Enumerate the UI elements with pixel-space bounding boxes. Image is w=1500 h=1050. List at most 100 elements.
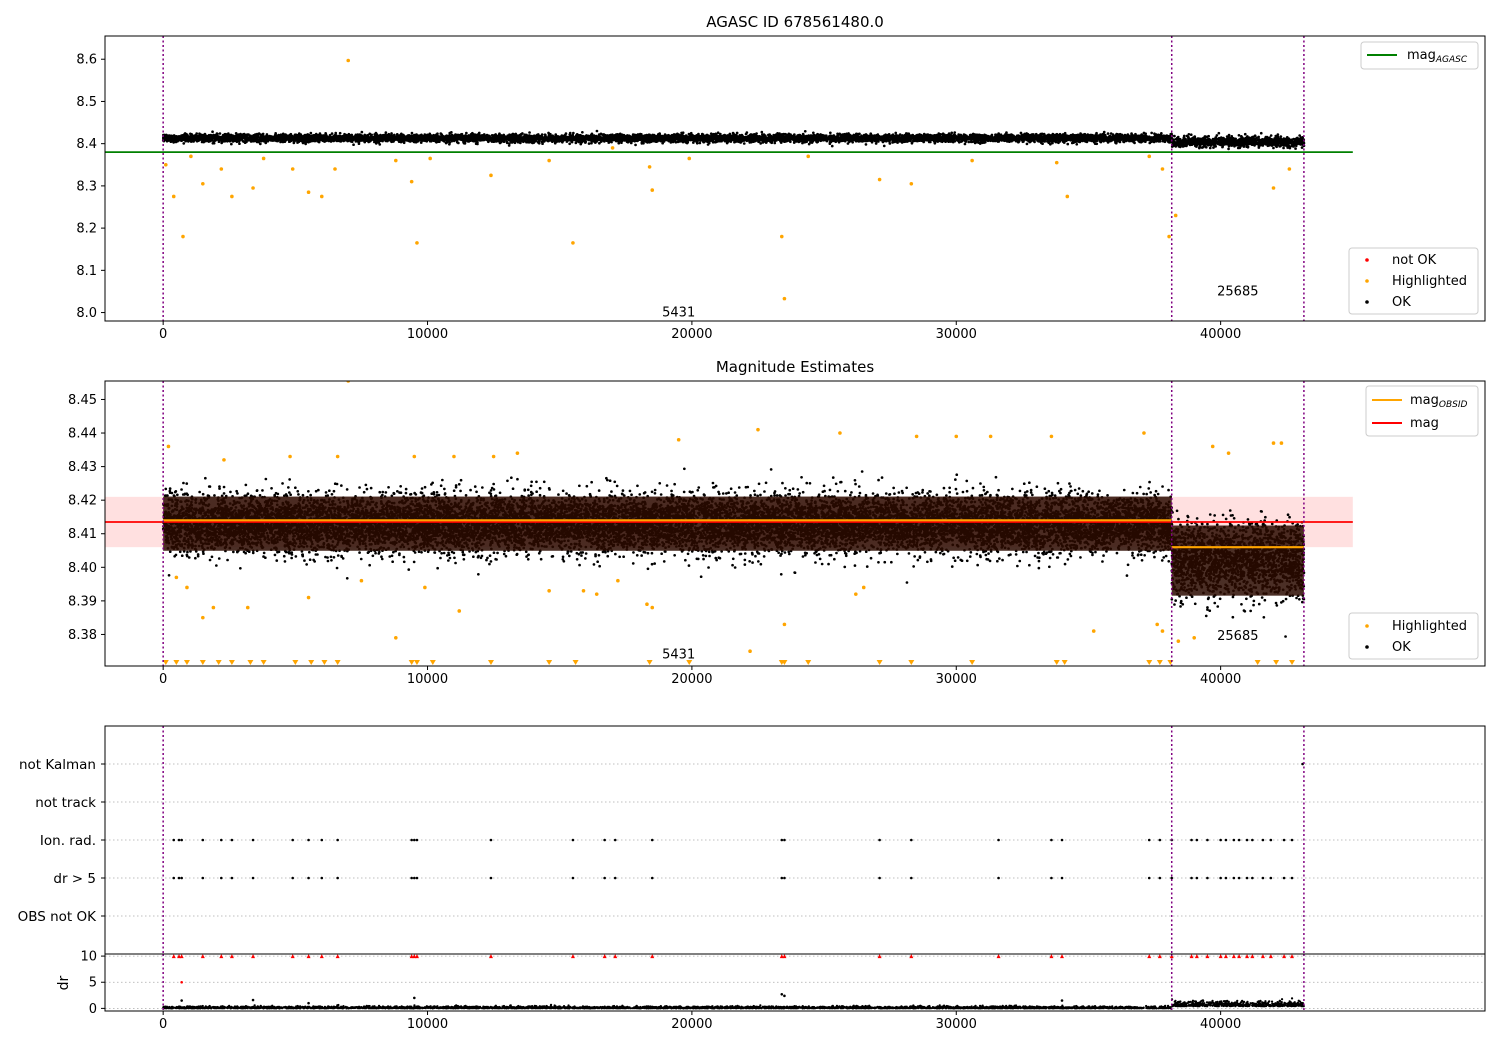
highlighted-point <box>650 188 655 192</box>
flag-point <box>997 838 1000 842</box>
highlighted-point <box>1054 160 1059 165</box>
x-tick-label: 30000 <box>936 672 977 687</box>
panel2-title: Magnitude Estimates <box>716 358 874 376</box>
panel1-legend-lines: magAGASC <box>1360 41 1479 70</box>
highlighted-point <box>1210 444 1215 449</box>
flag-point <box>1290 838 1294 842</box>
off-scale-marker <box>646 660 653 665</box>
flag-point <box>1050 838 1053 842</box>
off-scale-marker <box>908 660 915 665</box>
off-scale-marker <box>1289 660 1296 665</box>
off-scale-marker <box>546 660 553 665</box>
x-tick-label: 0 <box>159 672 167 687</box>
highlighted-point <box>230 194 234 199</box>
highlighted-point <box>171 194 176 199</box>
flag-point <box>780 876 784 880</box>
flag-point <box>997 876 1000 880</box>
y-tick-label: 8.45 <box>68 393 97 408</box>
highlighted-point <box>166 444 171 449</box>
flag-point <box>571 876 575 880</box>
flag-point <box>180 838 183 842</box>
flag-point <box>1224 876 1228 880</box>
highlighted-point <box>222 458 226 462</box>
flag-point <box>180 876 183 880</box>
flag-point <box>1060 876 1064 880</box>
y-tick-label: 8.41 <box>68 527 97 542</box>
legend-mag-label: mag <box>1410 416 1439 431</box>
highlighted-point <box>877 177 882 182</box>
flag-point <box>307 838 310 842</box>
highlighted-point <box>610 146 615 150</box>
highlighted-point <box>748 649 752 654</box>
highlighted-point <box>359 578 364 583</box>
off-scale-marker <box>173 660 180 665</box>
highlighted-point <box>1226 451 1231 455</box>
flag-point <box>783 876 786 880</box>
legend-not-ok-label: not OK <box>1392 253 1437 268</box>
dr-capped-marker <box>179 954 184 959</box>
highlighted-point <box>756 427 760 432</box>
figure: AGASC ID 678561480.0 5431 25685 8.0 8.1 8.2… <box>18 13 1486 1032</box>
dr-outlier-point <box>1060 999 1064 1002</box>
highlighted-point <box>306 595 311 600</box>
x-tick-label: 10000 <box>407 327 448 342</box>
panel2-legend-lines: magOBSID mag <box>1365 385 1479 437</box>
flag-point <box>878 838 881 842</box>
y-tick-label: 8.44 <box>68 427 97 442</box>
highlighted-point <box>571 241 575 245</box>
dr-capped-marker <box>219 954 224 959</box>
highlighted-point <box>428 156 432 161</box>
flag-point <box>1190 876 1193 880</box>
highlighted-point <box>1176 639 1181 643</box>
highlighted-point <box>412 454 417 459</box>
off-scale-marker <box>183 660 190 665</box>
flag-point <box>410 838 413 842</box>
highlighted-point <box>346 58 351 63</box>
flag-point <box>307 876 310 880</box>
highlighted-point <box>174 575 179 580</box>
legend-ok-marker <box>1365 300 1369 304</box>
flag-point <box>1158 838 1162 842</box>
highlighted-point <box>1147 154 1152 159</box>
flag-point <box>1206 838 1209 842</box>
highlighted-point <box>914 434 919 439</box>
flag-point <box>413 838 416 842</box>
x-tick-label: 10000 <box>407 672 448 687</box>
y-tick-label: 8.39 <box>68 594 97 609</box>
dr-capped-marker <box>1231 954 1236 959</box>
flag-category-label: not Kalman <box>19 757 96 773</box>
ok-data-points <box>161 129 1174 148</box>
flag-point <box>780 838 784 842</box>
flag-point <box>320 838 324 842</box>
panel-agasc-magnitude: AGASC ID 678561480.0 5431 25685 8.0 8.1 8.2… <box>76 13 1486 342</box>
highlighted-point <box>1160 629 1165 633</box>
flag-point <box>291 876 295 880</box>
off-scale-marker <box>413 660 420 665</box>
highlighted-point <box>594 592 599 596</box>
dr-outlier-point <box>783 994 786 998</box>
flag-point <box>489 876 493 880</box>
flag-point <box>1232 876 1236 880</box>
panel3-y-axis: not Kalman not track Ion. rad. dr > 5 OBS no… <box>18 757 105 925</box>
highlighted-point <box>394 636 398 640</box>
panel4-y-axis: 0 5 10 <box>80 950 105 1017</box>
off-scale-marker <box>805 660 812 665</box>
panel1-plot-area: 5431 25685 <box>105 36 1353 321</box>
panel1-title: AGASC ID 678561480.0 <box>706 13 884 31</box>
highlighted-point <box>1192 636 1196 640</box>
highlighted-point <box>201 615 205 620</box>
off-scale-marker <box>876 660 883 665</box>
highlighted-point <box>189 154 193 159</box>
panel4-ylabel: dr <box>56 975 72 990</box>
flag-point <box>230 838 234 842</box>
panel1-legend-points: not OK Highlighted OK <box>1348 247 1479 315</box>
highlighted-point <box>647 165 652 169</box>
x-tick-label: 40000 <box>1200 327 1241 342</box>
flag-point <box>783 838 786 842</box>
flag-point <box>1219 838 1222 842</box>
highlighted-point <box>650 605 655 610</box>
flag-point <box>571 838 575 842</box>
panel1-frame <box>104 35 1486 322</box>
highlighted-point <box>491 454 496 459</box>
flag-point <box>220 876 223 880</box>
